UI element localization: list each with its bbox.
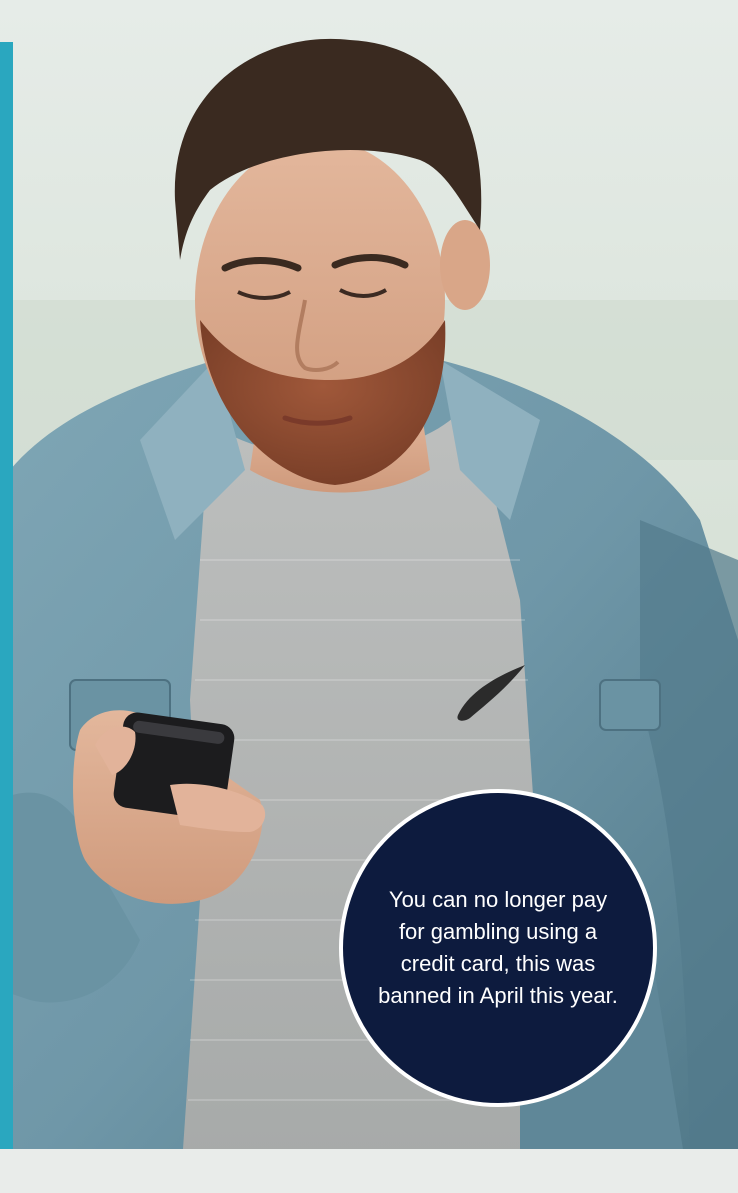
bottom-strip — [0, 1149, 738, 1193]
fact-callout-text: You can no longer pay for gambling using… — [378, 887, 618, 1008]
fact-callout-circle: You can no longer pay for gambling using… — [339, 789, 657, 1107]
shirt-pocket-right — [599, 679, 661, 731]
scene: You can no longer pay for gambling using… — [0, 0, 738, 1193]
accent-bar — [0, 42, 13, 1149]
ear — [440, 220, 490, 310]
